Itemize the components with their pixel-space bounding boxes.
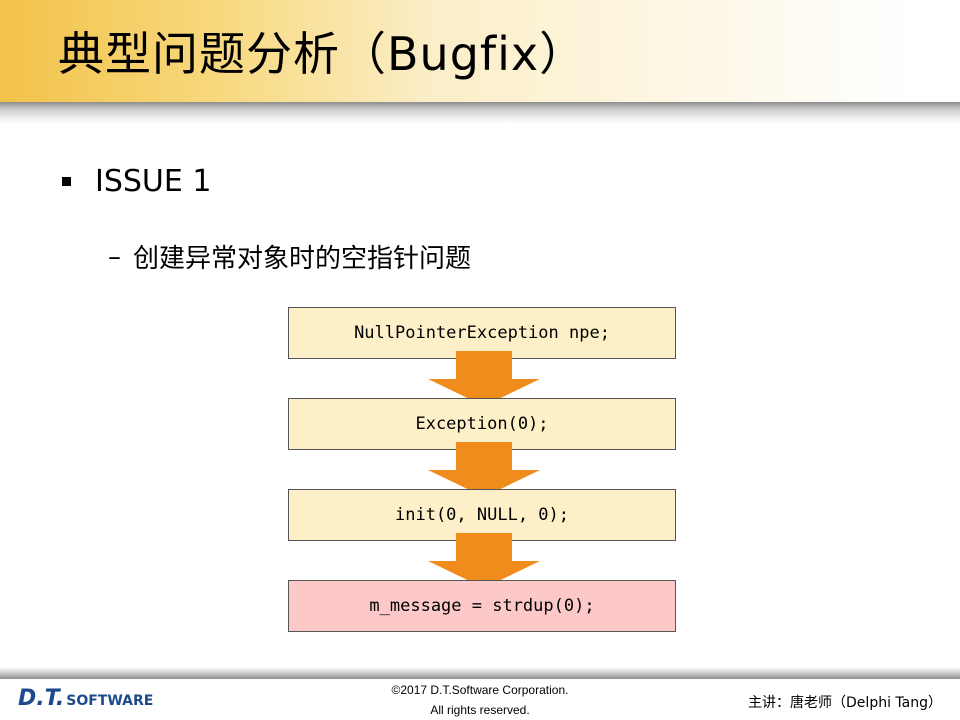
slide-title: 典型问题分析（Bugfix） bbox=[58, 27, 587, 81]
logo-main: D.T. bbox=[18, 686, 65, 711]
copyright-line-2: All rights reserved. bbox=[430, 703, 530, 717]
bullet-text: ISSUE 1 bbox=[95, 164, 212, 199]
footer-divider bbox=[0, 667, 960, 679]
sub-bullet-text: 创建异常对象时的空指针问题 bbox=[133, 244, 472, 274]
title-shadow bbox=[0, 102, 960, 124]
dash-icon: – bbox=[108, 241, 121, 272]
bullet-item: ISSUE 1 bbox=[62, 164, 211, 199]
lecturer-credit: 主讲：唐老师（Delphi Tang） bbox=[748, 695, 942, 711]
sub-bullet-item: – 创建异常对象时的空指针问题 bbox=[108, 238, 471, 275]
logo-sub: SOFTWARE bbox=[66, 693, 154, 709]
bullet-square-icon bbox=[62, 177, 71, 186]
copyright: ©2017 D.T.Software Corporation. All righ… bbox=[330, 680, 630, 720]
flow-step-4: m_message = strdup(0); bbox=[288, 580, 676, 632]
copyright-line-1: ©2017 D.T.Software Corporation. bbox=[391, 683, 569, 697]
company-logo: D.T. SOFTWARE bbox=[18, 686, 153, 711]
